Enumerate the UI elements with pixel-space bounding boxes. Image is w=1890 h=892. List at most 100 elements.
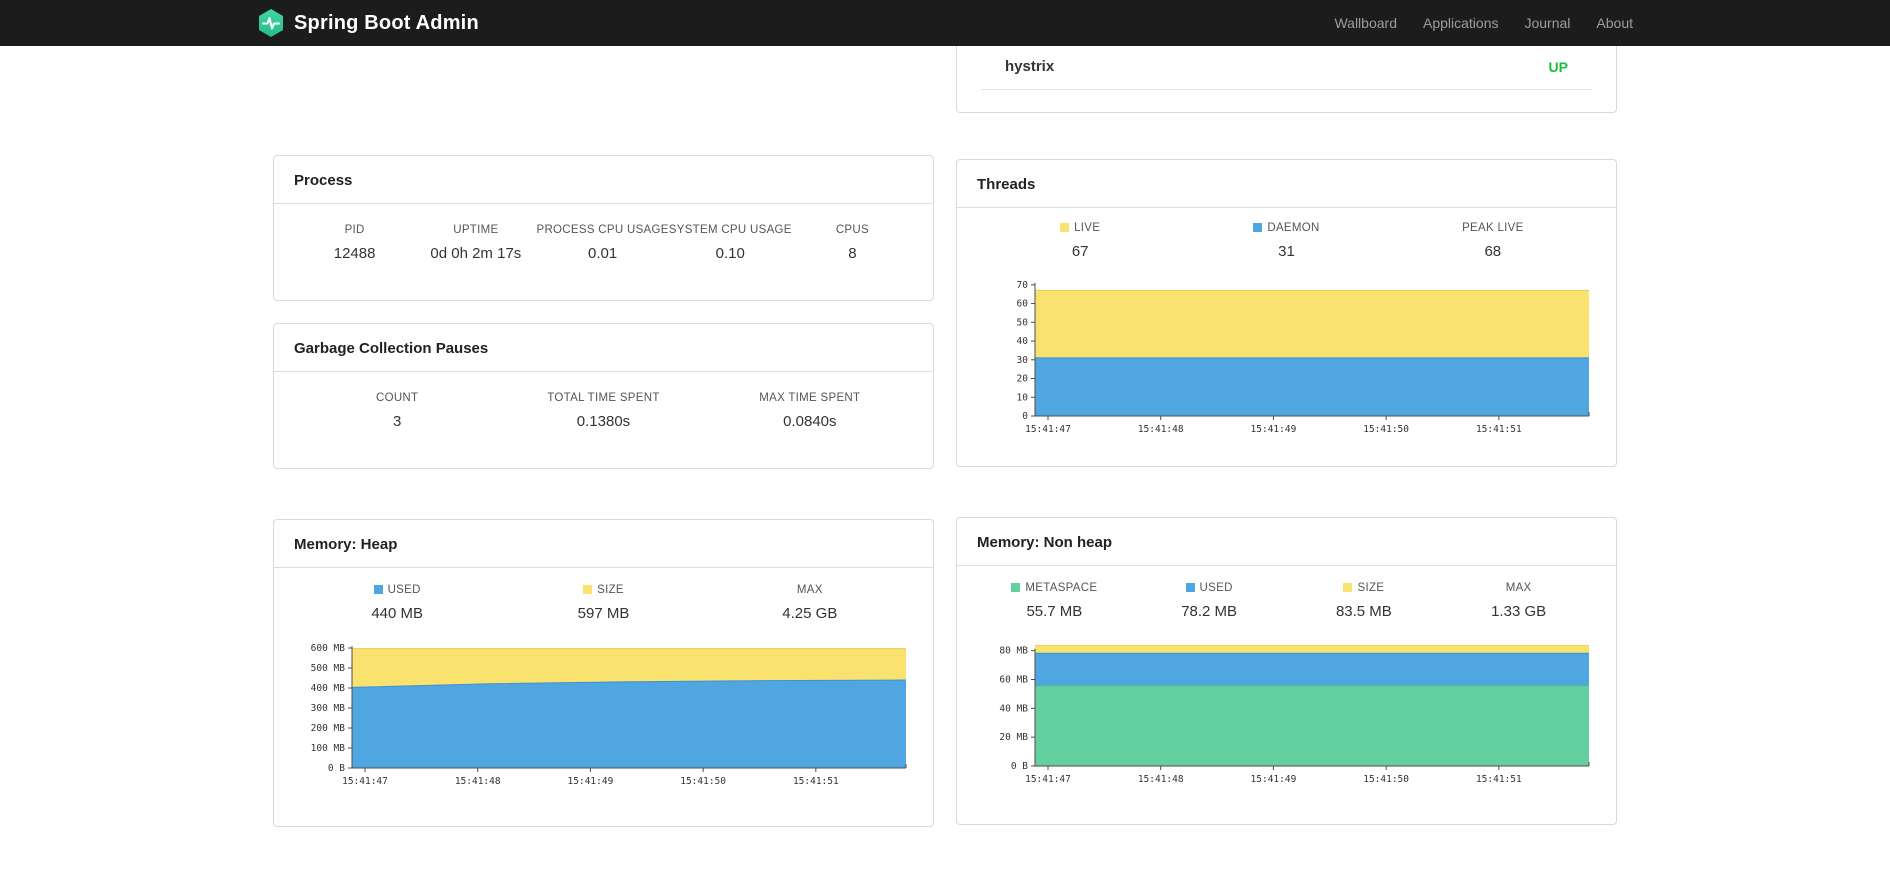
threads-panel: Threads LIVE 67 DAEMON 31 PEAK LIVE 68 7… xyxy=(956,159,1617,467)
used-swatch-icon xyxy=(373,585,383,594)
svg-text:0: 0 xyxy=(1022,411,1028,422)
svg-text:15:41:51: 15:41:51 xyxy=(1476,774,1522,785)
nav-item-wallboard[interactable]: Wallboard xyxy=(1334,15,1397,31)
metric-threads-peak: PEAK LIVE 68 xyxy=(1462,222,1524,260)
metric-heap-used: USED 440 MB xyxy=(371,584,424,622)
threads-panel-body: LIVE 67 DAEMON 31 PEAK LIVE 68 70 60 50 40 3… xyxy=(957,208,1616,466)
metric-nonheap-used: USED 78.2 MB xyxy=(1181,582,1238,620)
svg-text:20 MB: 20 MB xyxy=(999,732,1028,743)
main-content: Process PID 12488 UPTIME 0d 0h 2m 17s PR… xyxy=(273,46,1617,827)
svg-text:15:41:48: 15:41:48 xyxy=(1138,774,1184,785)
nav-item-about[interactable]: About xyxy=(1596,15,1633,31)
svg-text:200 MB: 200 MB xyxy=(311,723,346,734)
threads-legend: LIVE 67 DAEMON 31 PEAK LIVE 68 xyxy=(977,222,1596,260)
svg-text:70: 70 xyxy=(1017,280,1029,291)
health-panel: hystrix UP xyxy=(956,46,1617,113)
gc-panel: Garbage Collection Pauses COUNT 3 TOTAL … xyxy=(273,323,934,469)
process-panel-title: Process xyxy=(274,156,933,204)
metric-heap-max: MAX 4.25 GB xyxy=(782,584,838,622)
svg-text:80 MB: 80 MB xyxy=(999,646,1028,657)
svg-text:60 MB: 60 MB xyxy=(999,674,1028,685)
memory-nonheap-chart: 80 MB 60 MB 40 MB 20 MB 0 B 15:41:47 15:41:48 1… xyxy=(977,634,1596,792)
metaspace-swatch-icon xyxy=(1011,583,1021,592)
used-swatch-icon xyxy=(1185,583,1195,592)
memory-heap-panel-body: USED 440 MB SIZE 597 MB MAX 4.25 GB 600 … xyxy=(274,568,933,826)
nav-item-journal[interactable]: Journal xyxy=(1524,15,1570,31)
navbar-inner: Spring Boot Admin Wallboard Applications… xyxy=(257,0,1633,46)
metric-uptime: UPTIME 0d 0h 2m 17s xyxy=(430,224,522,262)
metric-nonheap-size: SIZE 83.5 MB xyxy=(1335,582,1392,620)
process-panel: Process PID 12488 UPTIME 0d 0h 2m 17s PR… xyxy=(273,155,934,301)
svg-text:40: 40 xyxy=(1017,336,1029,347)
svg-text:300 MB: 300 MB xyxy=(311,703,346,714)
memory-heap-panel: Memory: Heap USED 440 MB SIZE 597 MB MAX xyxy=(273,519,934,827)
svg-text:15:41:47: 15:41:47 xyxy=(1025,774,1071,785)
svg-text:15:41:49: 15:41:49 xyxy=(568,776,614,787)
svg-text:15:41:48: 15:41:48 xyxy=(1138,424,1184,435)
status-badge: UP xyxy=(1548,58,1568,75)
brand[interactable]: Spring Boot Admin xyxy=(257,8,479,38)
health-service-name: hystrix xyxy=(1005,58,1055,75)
memory-nonheap-panel-title: Memory: Non heap xyxy=(957,518,1616,566)
metric-threads-daemon: DAEMON 31 xyxy=(1183,222,1389,260)
metric-gc-count: COUNT 3 xyxy=(375,392,419,430)
daemon-swatch-icon xyxy=(1253,223,1263,232)
svg-text:15:41:50: 15:41:50 xyxy=(680,776,726,787)
nav-links: Wallboard Applications Journal About xyxy=(1308,15,1633,31)
svg-text:100 MB: 100 MB xyxy=(311,743,346,754)
right-column: hystrix UP Threads LIVE 67 DAEMON 31 PEA… xyxy=(956,46,1617,825)
svg-text:15:41:47: 15:41:47 xyxy=(1025,424,1071,435)
svg-text:30: 30 xyxy=(1017,355,1029,366)
svg-text:500 MB: 500 MB xyxy=(311,663,346,674)
metric-pid: PID 12488 xyxy=(333,224,376,262)
brand-title: Spring Boot Admin xyxy=(294,11,479,34)
svg-text:15:41:49: 15:41:49 xyxy=(1251,424,1297,435)
memory-heap-panel-title: Memory: Heap xyxy=(274,520,933,568)
left-column: Process PID 12488 UPTIME 0d 0h 2m 17s PR… xyxy=(273,46,934,827)
svg-text:15:41:50: 15:41:50 xyxy=(1363,774,1409,785)
live-swatch-icon xyxy=(1060,223,1070,232)
threads-chart: 70 60 50 40 30 20 10 0 15:41:47 15:41:48 15:41:49 1… xyxy=(977,274,1596,442)
memory-nonheap-panel: Memory: Non heap METASPACE 55.7 MB USED … xyxy=(956,517,1617,825)
svg-text:400 MB: 400 MB xyxy=(311,683,346,694)
gc-metrics: COUNT 3 TOTAL TIME SPENT 0.1380s MAX TIM… xyxy=(294,392,913,430)
svg-text:600 MB: 600 MB xyxy=(311,643,346,654)
svg-text:15:41:49: 15:41:49 xyxy=(1251,774,1297,785)
svg-text:15:41:47: 15:41:47 xyxy=(342,776,388,787)
nav-item-applications[interactable]: Applications xyxy=(1423,15,1499,31)
metric-metaspace: METASPACE 55.7 MB xyxy=(977,582,1132,620)
process-panel-body: PID 12488 UPTIME 0d 0h 2m 17s PROCESS CP… xyxy=(274,204,933,300)
svg-text:15:41:51: 15:41:51 xyxy=(1476,424,1522,435)
metric-system-cpu: SYSTEM CPU USAGE 0.10 xyxy=(668,224,792,262)
metric-process-cpu: PROCESS CPU USAGE 0.01 xyxy=(536,224,669,262)
svg-text:50: 50 xyxy=(1017,317,1029,328)
heap-legend: USED 440 MB SIZE 597 MB MAX 4.25 GB xyxy=(294,584,913,622)
metric-heap-size: SIZE 597 MB xyxy=(577,584,630,622)
svg-text:0 B: 0 B xyxy=(1011,761,1028,772)
memory-heap-chart: 600 MB 500 MB 400 MB 300 MB 200 MB 100 MB 0 B 1… xyxy=(294,636,913,794)
gc-panel-body: COUNT 3 TOTAL TIME SPENT 0.1380s MAX TIM… xyxy=(274,372,933,468)
metric-gc-max-time: MAX TIME SPENT 0.0840s xyxy=(759,392,861,430)
svg-text:60: 60 xyxy=(1017,299,1029,310)
metric-cpus: CPUS 8 xyxy=(835,224,869,262)
size-swatch-icon xyxy=(583,585,593,594)
svg-text:40 MB: 40 MB xyxy=(999,703,1028,714)
threads-panel-title: Threads xyxy=(957,160,1616,208)
svg-text:0 B: 0 B xyxy=(328,763,345,774)
navbar: Spring Boot Admin Wallboard Applications… xyxy=(0,0,1890,46)
health-row: hystrix UP xyxy=(981,46,1592,90)
panel-grid: Process PID 12488 UPTIME 0d 0h 2m 17s PR… xyxy=(273,46,1617,827)
svg-text:10: 10 xyxy=(1017,392,1029,403)
process-metrics: PID 12488 UPTIME 0d 0h 2m 17s PROCESS CP… xyxy=(294,224,913,262)
metric-threads-live: LIVE 67 xyxy=(977,222,1183,260)
svg-text:20: 20 xyxy=(1017,374,1029,385)
brand-logo-icon xyxy=(259,9,283,37)
gc-panel-title: Garbage Collection Pauses xyxy=(274,324,933,372)
svg-text:15:41:50: 15:41:50 xyxy=(1363,424,1409,435)
metric-nonheap-max: MAX 1.33 GB xyxy=(1491,582,1547,620)
svg-text:15:41:48: 15:41:48 xyxy=(455,776,501,787)
svg-text:15:41:51: 15:41:51 xyxy=(793,776,839,787)
memory-nonheap-panel-body: METASPACE 55.7 MB USED 78.2 MB SIZE 83.5… xyxy=(957,566,1616,824)
size-swatch-icon xyxy=(1343,583,1353,592)
metric-gc-total-time: TOTAL TIME SPENT 0.1380s xyxy=(547,392,660,430)
